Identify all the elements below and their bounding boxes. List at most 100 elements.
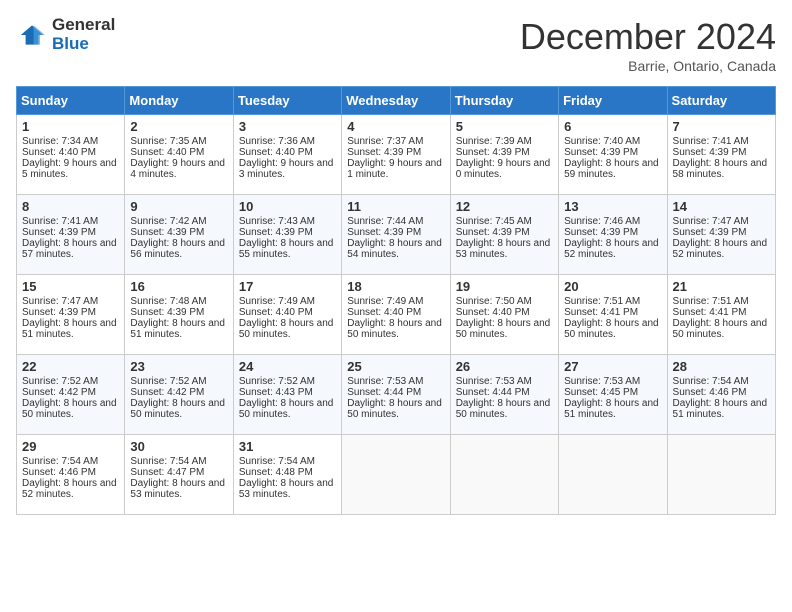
month-title: December 2024: [520, 16, 776, 58]
sunset: Sunset: 4:46 PM: [673, 387, 747, 398]
sunrise: Sunrise: 7:41 AM: [673, 136, 749, 147]
sunrise: Sunrise: 7:36 AM: [239, 136, 315, 147]
calendar-cell: 28Sunrise: 7:54 AMSunset: 4:46 PMDayligh…: [667, 355, 775, 435]
header-tuesday: Tuesday: [233, 87, 341, 115]
calendar-cell: 18Sunrise: 7:49 AMSunset: 4:40 PMDayligh…: [342, 275, 450, 355]
daylight: Daylight: 8 hours and 51 minutes.: [130, 318, 225, 340]
sunrise: Sunrise: 7:48 AM: [130, 296, 206, 307]
page-header: General Blue December 2024 Barrie, Ontar…: [16, 16, 776, 74]
sunset: Sunset: 4:40 PM: [239, 307, 313, 318]
calendar-cell: 14Sunrise: 7:47 AMSunset: 4:39 PMDayligh…: [667, 195, 775, 275]
calendar-cell: 29Sunrise: 7:54 AMSunset: 4:46 PMDayligh…: [17, 435, 125, 515]
logo-blue: Blue: [52, 35, 115, 54]
header-friday: Friday: [559, 87, 667, 115]
sunrise: Sunrise: 7:47 AM: [22, 296, 98, 307]
logo: General Blue: [16, 16, 115, 53]
calendar-cell: [450, 435, 558, 515]
sunset: Sunset: 4:39 PM: [456, 147, 530, 158]
daylight: Daylight: 8 hours and 53 minutes.: [239, 478, 334, 500]
daylight: Daylight: 8 hours and 53 minutes.: [456, 238, 551, 260]
daylight: Daylight: 8 hours and 50 minutes.: [22, 398, 117, 420]
day-number: 11: [347, 199, 444, 214]
sunset: Sunset: 4:40 PM: [347, 307, 421, 318]
calendar-cell: 3Sunrise: 7:36 AMSunset: 4:40 PMDaylight…: [233, 115, 341, 195]
day-number: 9: [130, 199, 227, 214]
calendar-table: SundayMondayTuesdayWednesdayThursdayFrid…: [16, 86, 776, 515]
sunset: Sunset: 4:39 PM: [347, 227, 421, 238]
day-number: 15: [22, 279, 119, 294]
day-number: 19: [456, 279, 553, 294]
calendar-cell: 9Sunrise: 7:42 AMSunset: 4:39 PMDaylight…: [125, 195, 233, 275]
day-number: 16: [130, 279, 227, 294]
daylight: Daylight: 8 hours and 54 minutes.: [347, 238, 442, 260]
daylight: Daylight: 8 hours and 50 minutes.: [239, 398, 334, 420]
sunrise: Sunrise: 7:46 AM: [564, 216, 640, 227]
calendar-cell: 23Sunrise: 7:52 AMSunset: 4:42 PMDayligh…: [125, 355, 233, 435]
logo-general: General: [52, 16, 115, 35]
daylight: Daylight: 8 hours and 53 minutes.: [130, 478, 225, 500]
sunrise: Sunrise: 7:50 AM: [456, 296, 532, 307]
sunset: Sunset: 4:40 PM: [22, 147, 96, 158]
calendar-cell: [667, 435, 775, 515]
sunset: Sunset: 4:42 PM: [130, 387, 204, 398]
sunset: Sunset: 4:39 PM: [239, 227, 313, 238]
calendar-cell: 24Sunrise: 7:52 AMSunset: 4:43 PMDayligh…: [233, 355, 341, 435]
sunrise: Sunrise: 7:49 AM: [239, 296, 315, 307]
calendar-week-2: 8Sunrise: 7:41 AMSunset: 4:39 PMDaylight…: [17, 195, 776, 275]
sunrise: Sunrise: 7:41 AM: [22, 216, 98, 227]
day-number: 27: [564, 359, 661, 374]
sunset: Sunset: 4:40 PM: [239, 147, 313, 158]
sunrise: Sunrise: 7:53 AM: [564, 376, 640, 387]
sunrise: Sunrise: 7:47 AM: [673, 216, 749, 227]
calendar-week-5: 29 Sunrise: 7:54 AM Sunset: 4:46 PM Dayligh…: [17, 435, 776, 515]
daylight: Daylight: 8 hours and 50 minutes.: [564, 318, 659, 340]
sunset: Sunset: 4:44 PM: [347, 387, 421, 398]
sunset: Sunset: 4:39 PM: [564, 147, 638, 158]
daylight: Daylight: 9 hours and 4 minutes.: [130, 158, 225, 180]
calendar-cell: 31Sunrise: 7:54 AMSunset: 4:48 PMDayligh…: [233, 435, 341, 515]
sunset: Sunset: 4:46 PM: [22, 467, 96, 478]
location: Barrie, Ontario, Canada: [520, 58, 776, 74]
day-number: 1: [22, 119, 119, 134]
sunset: Sunset: 4:39 PM: [564, 227, 638, 238]
sunrise: Sunrise: 7:54 AM: [239, 456, 315, 467]
day-number: 21: [673, 279, 770, 294]
sunrise: Sunrise: 7:49 AM: [347, 296, 423, 307]
calendar-week-3: 15Sunrise: 7:47 AMSunset: 4:39 PMDayligh…: [17, 275, 776, 355]
day-number: 14: [673, 199, 770, 214]
sunset: Sunset: 4:41 PM: [673, 307, 747, 318]
day-number: 25: [347, 359, 444, 374]
sunrise: Sunrise: 7:35 AM: [130, 136, 206, 147]
sunrise: Sunrise: 7:52 AM: [130, 376, 206, 387]
calendar-cell: 20Sunrise: 7:51 AMSunset: 4:41 PMDayligh…: [559, 275, 667, 355]
calendar-cell: 4Sunrise: 7:37 AMSunset: 4:39 PMDaylight…: [342, 115, 450, 195]
calendar-cell: 1Sunrise: 7:34 AMSunset: 4:40 PMDaylight…: [17, 115, 125, 195]
sunrise: Sunrise: 7:51 AM: [564, 296, 640, 307]
header-saturday: Saturday: [667, 87, 775, 115]
daylight: Daylight: 8 hours and 50 minutes.: [347, 398, 442, 420]
calendar-week-4: 22Sunrise: 7:52 AMSunset: 4:42 PMDayligh…: [17, 355, 776, 435]
sunset: Sunset: 4:43 PM: [239, 387, 313, 398]
header-thursday: Thursday: [450, 87, 558, 115]
sunrise: Sunrise: 7:45 AM: [456, 216, 532, 227]
sunset: Sunset: 4:39 PM: [673, 227, 747, 238]
daylight: Daylight: 9 hours and 1 minute.: [347, 158, 442, 180]
daylight: Daylight: 9 hours and 5 minutes.: [22, 158, 117, 180]
sunrise: Sunrise: 7:39 AM: [456, 136, 532, 147]
day-number: 20: [564, 279, 661, 294]
day-number: 13: [564, 199, 661, 214]
sunset: Sunset: 4:44 PM: [456, 387, 530, 398]
title-area: December 2024 Barrie, Ontario, Canada: [520, 16, 776, 74]
header-sunday: Sunday: [17, 87, 125, 115]
calendar-cell: 19Sunrise: 7:50 AMSunset: 4:40 PMDayligh…: [450, 275, 558, 355]
logo-text: General Blue: [52, 16, 115, 53]
calendar-cell: 16Sunrise: 7:48 AMSunset: 4:39 PMDayligh…: [125, 275, 233, 355]
sunrise: Sunrise: 7:44 AM: [347, 216, 423, 227]
sunset: Sunset: 4:42 PM: [22, 387, 96, 398]
sunrise: Sunrise: 7:54 AM: [673, 376, 749, 387]
calendar-cell: [559, 435, 667, 515]
day-number: 29: [22, 439, 119, 454]
sunset: Sunset: 4:39 PM: [347, 147, 421, 158]
day-number: 4: [347, 119, 444, 134]
header-monday: Monday: [125, 87, 233, 115]
